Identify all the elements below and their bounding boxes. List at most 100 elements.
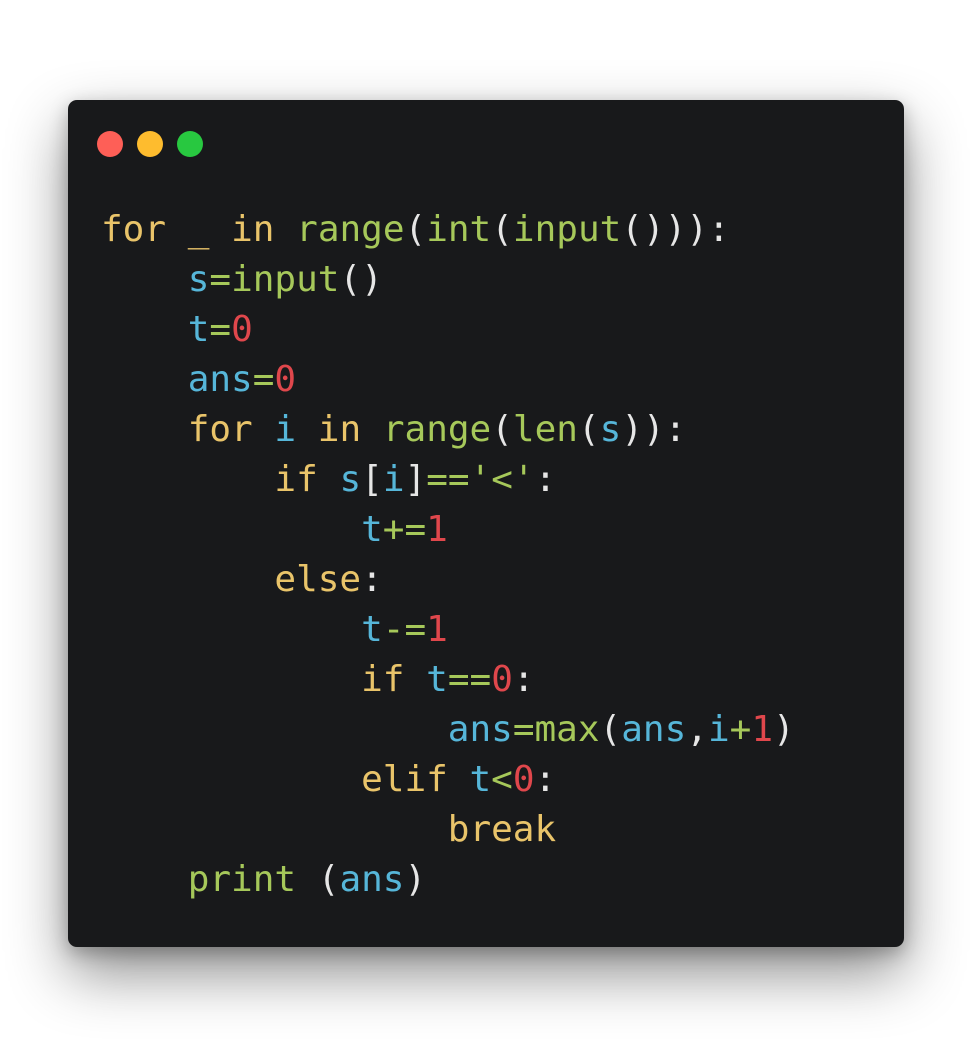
- code-token: +: [729, 709, 752, 750]
- code-token: t: [361, 509, 383, 550]
- code-window: for _ in range(int(input())): s=input() …: [68, 100, 904, 947]
- code-token: (: [317, 859, 340, 900]
- code-token: for: [187, 409, 253, 450]
- code-line: print (ans): [101, 855, 795, 905]
- code-token: =: [252, 359, 275, 400]
- code-token: ans: [621, 709, 687, 750]
- code-token: len: [512, 409, 578, 450]
- code-line: ans=0: [101, 355, 795, 405]
- code-token: t: [187, 309, 210, 350]
- code-token: input: [231, 259, 340, 300]
- code-token: range: [296, 209, 405, 250]
- code-line: t+=1: [101, 505, 795, 555]
- code-token: _: [187, 209, 210, 250]
- code-token: int: [426, 209, 492, 250]
- code-line: else:: [101, 555, 795, 605]
- code-token: :: [361, 559, 383, 600]
- code-token: print: [187, 859, 297, 900]
- code-token: if: [361, 659, 405, 700]
- code-line: elif t<0:: [101, 755, 795, 805]
- code-token: (: [577, 409, 600, 450]
- code-token: (: [599, 709, 622, 750]
- code-token: s: [339, 459, 362, 500]
- code-token: 1: [426, 609, 448, 650]
- code-token: 1: [751, 709, 773, 750]
- code-token: t: [361, 609, 383, 650]
- code-token: break: [447, 809, 557, 850]
- code-token: :: [534, 759, 557, 800]
- code-token: +=: [382, 509, 427, 550]
- code-token: =: [209, 309, 232, 350]
- code-token: input: [512, 209, 622, 250]
- code-token: :: [664, 409, 687, 450]
- code-token: 0: [274, 359, 297, 400]
- code-token: )): [621, 409, 665, 450]
- code-token: ans: [187, 359, 253, 400]
- code-token: ())): [621, 209, 708, 250]
- code-token: 1: [426, 509, 448, 550]
- minimize-dot-icon[interactable]: [137, 131, 163, 157]
- code-token: s: [599, 409, 622, 450]
- code-token: max: [534, 709, 600, 750]
- code-line: t-=1: [101, 605, 795, 655]
- code-token: :: [534, 459, 557, 500]
- code-token: (: [491, 209, 513, 250]
- code-line: if t==0:: [101, 655, 795, 705]
- code-token: t: [426, 659, 448, 700]
- code-block: for _ in range(int(input())): s=input() …: [101, 205, 795, 905]
- code-token: ,: [686, 709, 708, 750]
- code-token: i: [382, 459, 405, 500]
- maximize-dot-icon[interactable]: [177, 131, 203, 157]
- code-line: s=input(): [101, 255, 795, 305]
- code-token: in: [231, 209, 275, 250]
- code-token: ): [404, 859, 427, 900]
- code-token: ans: [339, 859, 405, 900]
- code-token: [: [361, 459, 383, 500]
- code-token: 0: [512, 759, 535, 800]
- close-dot-icon[interactable]: [97, 131, 123, 157]
- code-token: 0: [231, 309, 253, 350]
- code-token: else: [274, 559, 362, 600]
- code-line: for _ in range(int(input())):: [101, 205, 795, 255]
- code-token: (: [404, 209, 427, 250]
- code-line: t=0: [101, 305, 795, 355]
- code-token: for: [101, 209, 167, 250]
- code-token: =: [512, 709, 535, 750]
- code-token: ]: [404, 459, 427, 500]
- code-token: 0: [491, 659, 513, 700]
- code-token: i: [274, 409, 297, 450]
- code-token: in: [317, 409, 362, 450]
- code-token: ans: [447, 709, 513, 750]
- code-token: =: [209, 259, 232, 300]
- code-line: break: [101, 805, 795, 855]
- code-token: range: [382, 409, 492, 450]
- code-token: ): [773, 709, 795, 750]
- code-token: -=: [382, 609, 427, 650]
- code-token: :: [512, 659, 535, 700]
- code-token: if: [274, 459, 318, 500]
- code-token: i: [707, 709, 730, 750]
- code-token: ==: [426, 459, 470, 500]
